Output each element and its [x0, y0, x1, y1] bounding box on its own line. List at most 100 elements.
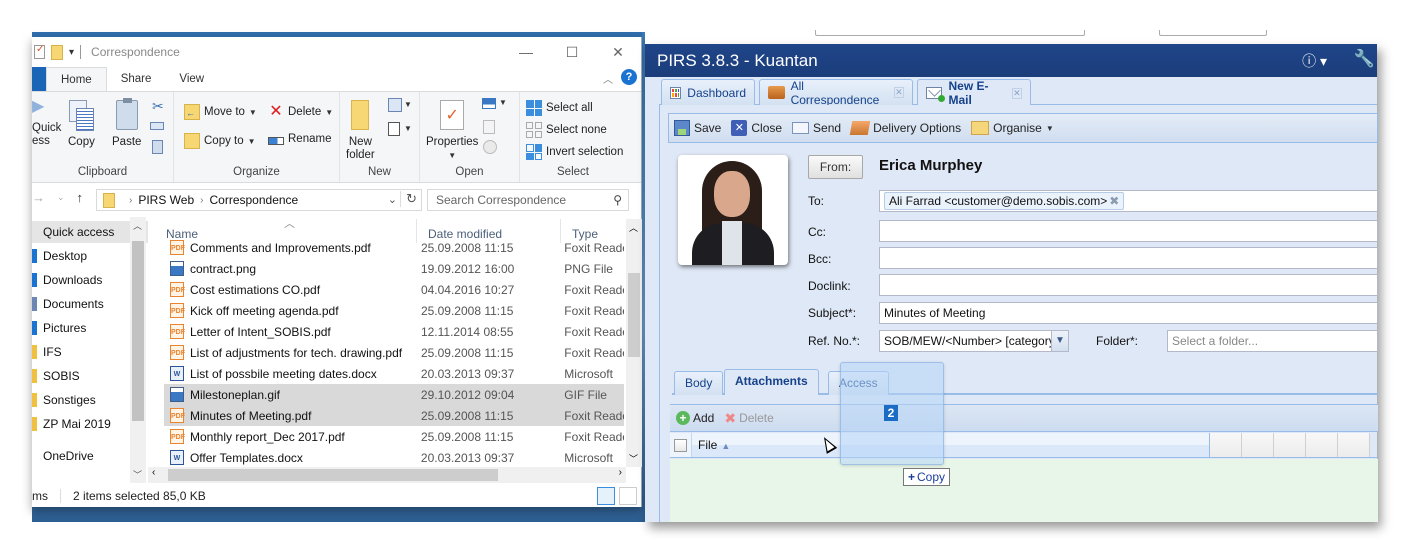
- attachments-drop-zone[interactable]: [670, 459, 1378, 522]
- wrench-icon[interactable]: 🔧: [1354, 49, 1375, 69]
- new-item-icon[interactable]: [388, 98, 402, 112]
- scroll-down-icon[interactable]: ﹀: [133, 468, 142, 481]
- paste-shortcut-icon[interactable]: [152, 140, 163, 154]
- new-folder-quick-icon[interactable]: [51, 44, 63, 60]
- file-list-horizontal-scrollbar[interactable]: ‹ ›: [148, 467, 626, 483]
- refno-combobox[interactable]: SOB/MEW/<Number> [category]: [879, 330, 1069, 352]
- customize-quick-access-icon[interactable]: ▾: [69, 47, 74, 58]
- pin-quick-access-button[interactable]: ▶ Quick ess: [32, 99, 62, 148]
- recent-locations-icon[interactable]: ⌄: [57, 192, 65, 203]
- tab-body[interactable]: Body: [674, 371, 724, 395]
- column-header[interactable]: [1210, 433, 1242, 457]
- select-all-checkbox[interactable]: [670, 433, 692, 457]
- checkbox[interactable]: [674, 438, 687, 452]
- file-row[interactable]: W List of possbile meeting dates.docx 20.0…: [164, 363, 624, 384]
- close-tab-icon[interactable]: ✕: [1011, 87, 1022, 99]
- new-folder-button[interactable]: New folder: [346, 100, 375, 162]
- scroll-left-icon[interactable]: ‹: [152, 467, 155, 478]
- file-row[interactable]: PDF List of adjustments for tech. drawing…: [164, 342, 624, 363]
- save-button[interactable]: Save: [669, 120, 726, 136]
- scrollbar-thumb[interactable]: [168, 469, 498, 481]
- file-row[interactable]: PDF Cost estimations CO.pdf 04.04.2016 10:…: [164, 279, 624, 300]
- easy-access-icon[interactable]: [388, 122, 400, 136]
- file-list-vertical-scrollbar[interactable]: ︿ ﹀: [626, 219, 642, 467]
- properties-quick-icon[interactable]: [34, 44, 45, 59]
- delete-button[interactable]: ✕ Delete ▼: [268, 104, 333, 120]
- close-tab-icon[interactable]: ✕: [893, 87, 904, 98]
- column-header[interactable]: [1306, 433, 1338, 457]
- file-row[interactable]: Milestoneplan.gif 29.10.2012 09:04 GIF Fil…: [164, 384, 624, 405]
- remove-recipient-icon[interactable]: ✖: [1109, 194, 1119, 208]
- nav-pane-scrollbar[interactable]: ︿ ﹀: [130, 217, 146, 483]
- file-row[interactable]: PDF Comments and Improvements.pdf 25.09.20…: [164, 237, 624, 258]
- file-row[interactable]: W Offer Templates.docx 20.03.2013 09:37 Mic…: [164, 447, 624, 467]
- organise-button[interactable]: Organise ▼: [966, 121, 1059, 135]
- move-to-button[interactable]: Move to▼: [184, 104, 257, 120]
- invert-selection-button[interactable]: Invert selection: [526, 144, 623, 160]
- scroll-up-icon[interactable]: ︿: [133, 219, 142, 232]
- breadcrumb-chevron-icon[interactable]: ›: [129, 195, 132, 206]
- help-icon[interactable]: ?: [621, 69, 637, 85]
- copy-path-icon[interactable]: [150, 122, 164, 130]
- scrollbar-thumb[interactable]: [132, 241, 144, 421]
- select-none-button[interactable]: Select none: [526, 122, 607, 138]
- copy-to-button[interactable]: Copy to ▼: [184, 133, 256, 149]
- file-tab[interactable]: [32, 67, 46, 91]
- tab-new-email[interactable]: New E-Mail ✕: [917, 79, 1031, 107]
- collapse-ribbon-icon[interactable]: ︿: [603, 71, 613, 86]
- maximize-button[interactable]: ☐: [549, 37, 595, 67]
- file-row[interactable]: PDF Kick off meeting agenda.pdf 25.09.2008…: [164, 300, 624, 321]
- tab-view[interactable]: View: [165, 67, 218, 91]
- file-row[interactable]: PDF Monthly report_Dec 2017.pdf 25.09.2008…: [164, 426, 624, 447]
- select-all-button[interactable]: Select all: [526, 100, 593, 116]
- large-icons-view-icon[interactable]: [619, 487, 637, 505]
- search-input[interactable]: Search Correspondence ⚲: [427, 189, 629, 211]
- from-button[interactable]: From:: [808, 155, 863, 179]
- tab-share[interactable]: Share: [107, 67, 166, 91]
- delivery-options-button[interactable]: Delivery Options: [846, 121, 966, 135]
- breadcrumb-correspondence[interactable]: Correspondence: [210, 193, 299, 207]
- scroll-up-icon[interactable]: ︿: [629, 221, 638, 234]
- delete-attachment-button[interactable]: ✖ Delete: [724, 410, 773, 427]
- help-menu-icon[interactable]: ⓘ ▾: [1302, 51, 1327, 71]
- address-bar[interactable]: › PIRS Web › Correspondence ⌄ ↻: [96, 189, 422, 211]
- rename-button[interactable]: Rename: [268, 133, 331, 145]
- column-header[interactable]: [1274, 433, 1306, 457]
- tab-home[interactable]: Home: [46, 67, 107, 91]
- file-row[interactable]: PDF Minutes of Meeting.pdf 25.09.2008 11:1…: [164, 405, 624, 426]
- close-button[interactable]: ✕: [595, 37, 641, 67]
- breadcrumb-pirs-web[interactable]: PIRS Web: [138, 193, 194, 207]
- copy-button[interactable]: Copy: [68, 100, 95, 149]
- scroll-down-icon[interactable]: ﹀: [629, 452, 638, 465]
- refresh-icon[interactable]: ↻: [400, 191, 417, 207]
- scroll-right-icon[interactable]: ›: [619, 467, 622, 478]
- address-dropdown-icon[interactable]: ⌄: [388, 193, 397, 206]
- open-icon[interactable]: [482, 98, 496, 109]
- cc-field[interactable]: [879, 220, 1378, 242]
- browser-field[interactable]: [1159, 30, 1267, 36]
- file-row[interactable]: contract.png 19.09.2012 16:00 PNG File: [164, 258, 624, 279]
- recipient-chip[interactable]: Ali Farrad <customer@demo.sobis.com> ✖: [884, 192, 1125, 210]
- cut-icon[interactable]: ✂: [152, 98, 164, 115]
- forward-arrow-icon[interactable]: →: [32, 190, 45, 205]
- bcc-field[interactable]: [879, 247, 1378, 269]
- close-button[interactable]: ✕ Close: [726, 120, 787, 136]
- details-view-icon[interactable]: [597, 487, 615, 505]
- add-attachment-button[interactable]: + Add: [676, 411, 714, 425]
- history-icon[interactable]: [483, 140, 497, 154]
- paste-button[interactable]: Paste: [112, 98, 141, 149]
- minimize-button[interactable]: —: [503, 37, 549, 67]
- column-header[interactable]: [1338, 433, 1370, 457]
- send-button[interactable]: Send: [787, 121, 846, 135]
- tab-dashboard[interactable]: Dashboard: [661, 79, 755, 105]
- up-arrow-icon[interactable]: ↑: [77, 190, 84, 205]
- doclink-field[interactable]: [879, 274, 1378, 296]
- tab-all-correspondence[interactable]: All Correspondence ✕: [759, 79, 913, 107]
- browser-field[interactable]: [815, 30, 1085, 36]
- file-row[interactable]: PDF Letter of Intent_SOBIS.pdf 12.11.2014 …: [164, 321, 624, 342]
- breadcrumb-chevron-icon[interactable]: ›: [200, 195, 203, 206]
- scrollbar-thumb[interactable]: [628, 273, 640, 357]
- edit-icon[interactable]: [483, 120, 495, 134]
- chevron-down-icon[interactable]: ▼: [1051, 330, 1069, 352]
- column-file[interactable]: File ▲: [692, 433, 1210, 457]
